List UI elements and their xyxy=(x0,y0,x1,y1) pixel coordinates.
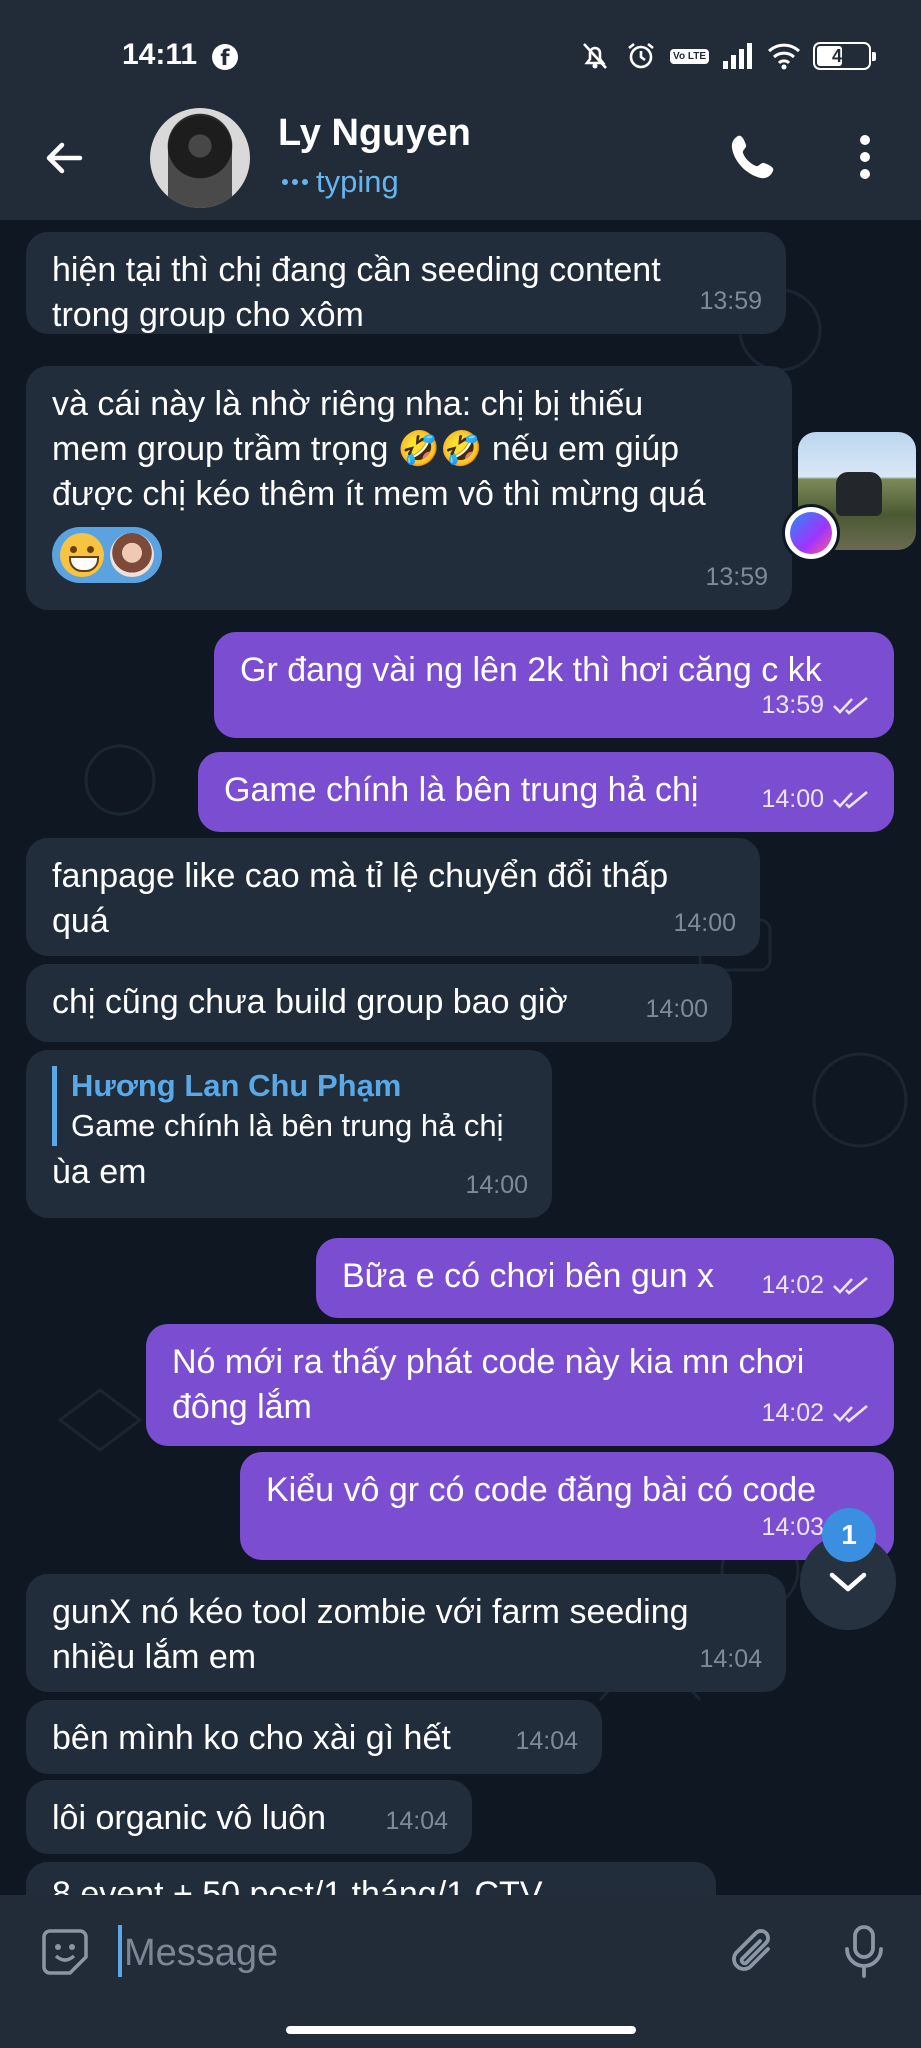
back-arrow-icon[interactable] xyxy=(36,128,96,188)
battery-icon: 49 xyxy=(813,42,876,70)
unread-count-badge: 1 xyxy=(822,1508,876,1562)
message-time: 13:59 xyxy=(705,563,768,591)
reply-quote[interactable]: Hương Lan Chu Phạm Game chính là bên tru… xyxy=(52,1066,526,1146)
message-time: 14:03 xyxy=(761,1513,824,1541)
message-outgoing[interactable]: Bữa e có chơi bên gun x 14:02 xyxy=(316,1238,894,1318)
message-input[interactable] xyxy=(124,1925,684,1981)
message-incoming[interactable]: lôi organic vô luôn 14:04 xyxy=(26,1780,472,1854)
message-text: gunX nó kéo tool zombie với farm seeding… xyxy=(52,1593,689,1676)
message-time: 14:00 xyxy=(761,785,824,813)
double-check-icon xyxy=(833,696,868,715)
phone-icon[interactable] xyxy=(722,126,784,188)
double-check-icon xyxy=(833,1276,868,1295)
contact-status-text: typing xyxy=(316,164,399,199)
sticker-emoji-icon[interactable] xyxy=(36,1923,94,1981)
chat-area[interactable]: hiện tại thì chị đang cần seeding conten… xyxy=(0,220,921,1895)
message-time: 14:04 xyxy=(515,1727,578,1755)
message-time: 14:00 xyxy=(645,995,708,1023)
double-check-icon xyxy=(833,1404,868,1423)
message-outgoing[interactable]: Game chính là bên trung hả chị 14:00 xyxy=(198,752,894,832)
message-text: 8 event + 50 post/1 tháng/1 CTV xyxy=(52,1875,543,1895)
reaction-pill[interactable] xyxy=(52,527,162,583)
more-vert-icon[interactable] xyxy=(838,126,892,188)
grin-emoji-icon xyxy=(60,533,104,577)
battery-level: 49 xyxy=(831,45,853,66)
status-time: 14:11 xyxy=(122,38,198,71)
message-text: chị cũng chưa build group bao giờ xyxy=(52,983,568,1021)
alarm-icon xyxy=(628,42,654,69)
home-indicator[interactable] xyxy=(286,2026,636,2034)
text-caret xyxy=(118,1925,122,1977)
microphone-icon[interactable] xyxy=(836,1921,892,1981)
message-text: và cái này là nhờ riêng nha: chị bị thiế… xyxy=(52,382,766,517)
message-text: fanpage like cao mà tỉ lệ chuyển đổi thấ… xyxy=(52,857,669,940)
wifi-icon xyxy=(767,43,801,70)
message-incoming[interactable]: bên mình ko cho xài gì hết 14:04 xyxy=(26,1700,602,1774)
status-bar: 14:11 f Vo LTE 49 xyxy=(0,0,921,112)
message-incoming[interactable]: và cái này là nhờ riêng nha: chị bị thiế… xyxy=(26,366,792,610)
signal-icon xyxy=(723,43,752,69)
typing-dots-icon xyxy=(282,179,308,185)
message-incoming-partial[interactable]: 8 event + 50 post/1 tháng/1 CTV xyxy=(26,1862,716,1895)
message-text: hiện tại thì chị đang cần seeding conten… xyxy=(52,251,661,334)
chat-header: Ly Nguyen typing xyxy=(0,100,921,220)
message-time: 14:00 xyxy=(465,1171,528,1199)
message-incoming[interactable]: hiện tại thì chị đang cần seeding conten… xyxy=(26,232,786,334)
message-incoming-reply[interactable]: Hương Lan Chu Phạm Game chính là bên tru… xyxy=(26,1050,552,1218)
message-text: bên mình ko cho xài gì hết xyxy=(52,1719,451,1757)
message-time: 14:04 xyxy=(699,1645,762,1673)
message-incoming[interactable]: gunX nó kéo tool zombie với farm seeding… xyxy=(26,1574,786,1692)
message-time: 14:04 xyxy=(385,1807,448,1835)
reply-author: Hương Lan Chu Phạm xyxy=(71,1068,402,1103)
message-outgoing[interactable]: Nó mới ra thấy phát code này kia mn chơi… xyxy=(146,1324,894,1446)
reactor-avatar xyxy=(110,533,154,577)
message-time: 13:59 xyxy=(761,691,824,719)
mute-icon xyxy=(583,43,607,69)
paperclip-icon[interactable] xyxy=(724,1923,782,1981)
message-incoming[interactable]: fanpage like cao mà tỉ lệ chuyển đổi thấ… xyxy=(26,838,760,956)
reactions[interactable] xyxy=(52,527,766,583)
message-outgoing[interactable]: Gr đang vài ng lên 2k thì hơi căng c kk … xyxy=(214,632,894,738)
message-outgoing[interactable]: Kiểu vô gr có code đăng bài có code 14:0… xyxy=(240,1452,894,1560)
message-time: 14:02 xyxy=(761,1399,824,1427)
messenger-icon xyxy=(782,504,840,562)
message-time: 14:02 xyxy=(761,1271,824,1299)
contact-name[interactable]: Ly Nguyen xyxy=(278,112,471,155)
message-time: 14:00 xyxy=(673,909,736,937)
double-check-icon xyxy=(833,790,868,809)
status-icons: Vo LTE 49 xyxy=(578,36,876,76)
message-text: ùa em xyxy=(52,1153,147,1191)
laugh-emoji-icon: 🤣🤣 xyxy=(397,430,483,468)
facebook-icon: f xyxy=(212,44,238,70)
reply-text: Game chính là bên trung hả chị xyxy=(71,1108,504,1143)
chevron-down-icon xyxy=(829,1572,867,1592)
message-incoming[interactable]: chị cũng chưa build group bao giờ 14:00 xyxy=(26,964,732,1042)
volte-icon: Vo LTE xyxy=(670,48,709,64)
contact-avatar[interactable] xyxy=(150,108,250,208)
message-time: 13:59 xyxy=(699,287,762,315)
message-input-bar xyxy=(0,1895,921,2048)
contact-status: typing xyxy=(282,164,399,200)
